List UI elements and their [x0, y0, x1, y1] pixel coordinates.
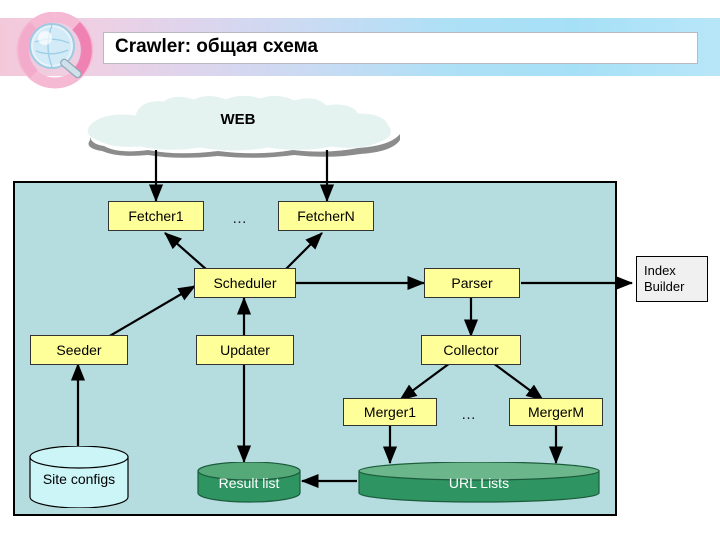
- store-site-configs[interactable]: Site configs: [28, 445, 130, 509]
- store-label: Site configs: [42, 471, 116, 487]
- node-index-builder[interactable]: Index Builder: [636, 256, 708, 302]
- slide-title-box: Crawler: общая схема: [103, 32, 698, 64]
- node-label: Updater: [220, 342, 270, 358]
- node-label-line2: Builder: [644, 279, 685, 294]
- page-title: Crawler: общая схема: [115, 36, 318, 57]
- store-label: Result list: [218, 475, 280, 491]
- cloud-label-web: WEB: [220, 111, 256, 128]
- node-label: Fetcher1: [128, 208, 184, 224]
- node-label: FetcherN: [297, 208, 355, 224]
- node-fetcher1[interactable]: Fetcher1: [108, 201, 204, 231]
- node-label: Collector: [443, 342, 499, 358]
- node-seeder[interactable]: Seeder: [30, 335, 128, 365]
- store-url-lists[interactable]: URL Lists: [357, 461, 601, 504]
- node-label: Parser: [451, 275, 493, 291]
- node-merger1[interactable]: Merger1: [343, 398, 437, 426]
- node-mergerM[interactable]: MergerM: [509, 398, 603, 426]
- ellipsis-mergers: …: [461, 406, 477, 423]
- node-label: Scheduler: [213, 275, 277, 291]
- node-label: MergerM: [527, 404, 584, 420]
- node-collector[interactable]: Collector: [421, 335, 521, 365]
- node-label-line1: Index: [644, 263, 676, 278]
- store-label: URL Lists: [448, 475, 510, 491]
- node-label: Seeder: [56, 342, 102, 358]
- node-parser[interactable]: Parser: [424, 268, 520, 298]
- magnifier-globe-logo: [14, 11, 96, 90]
- node-scheduler[interactable]: Scheduler: [194, 268, 296, 298]
- node-fetcherN[interactable]: FetcherN: [278, 201, 374, 231]
- ellipsis-fetchers: …: [232, 210, 248, 227]
- store-result-list[interactable]: Result list: [196, 461, 302, 504]
- node-updater[interactable]: Updater: [196, 335, 294, 365]
- node-label: Merger1: [363, 404, 417, 420]
